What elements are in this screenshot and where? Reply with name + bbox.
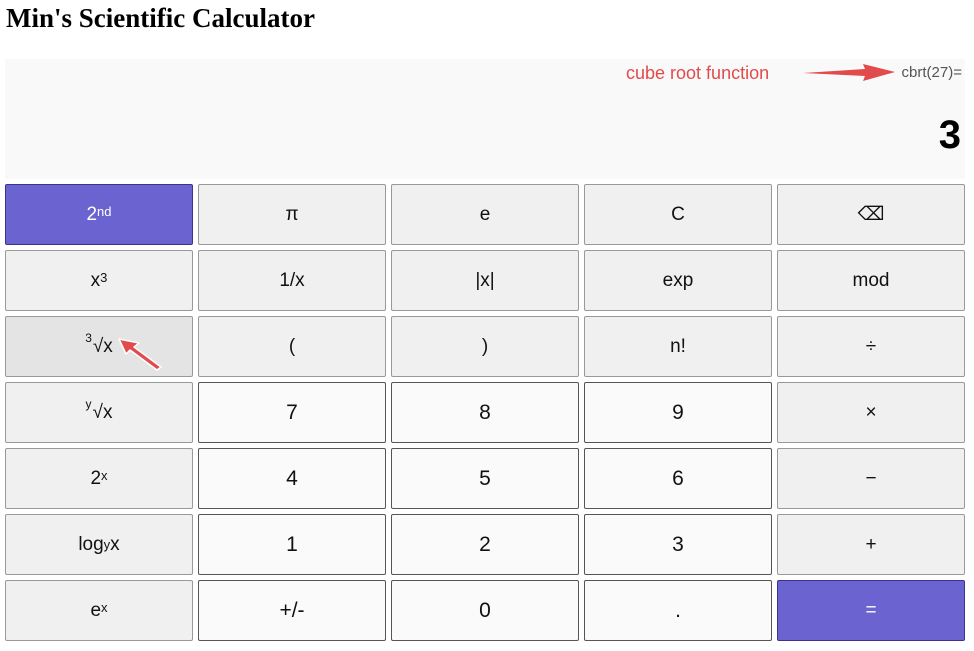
keypad: 2nd π e C ⌫ x3 1/x |x| exp mod 3 √x ( ) n… [5, 184, 965, 641]
result-readout: 3 [938, 113, 961, 157]
reciprocal-button[interactable]: 1/x [198, 250, 386, 311]
digit-8-button[interactable]: 8 [391, 382, 579, 443]
two-power-x-button[interactable]: 2x [5, 448, 193, 509]
decimal-point-button[interactable]: . [584, 580, 772, 641]
digit-0-button[interactable]: 0 [391, 580, 579, 641]
second-function-button[interactable]: 2nd [5, 184, 193, 245]
expression-readout: cbrt(27)= [901, 64, 962, 81]
e-power-x-button[interactable]: ex [5, 580, 193, 641]
digit-5-button[interactable]: 5 [391, 448, 579, 509]
digit-3-button[interactable]: 3 [584, 514, 772, 575]
digit-1-button[interactable]: 1 [198, 514, 386, 575]
cube-button[interactable]: x3 [5, 250, 193, 311]
pointer-arrow-icon [118, 338, 162, 371]
e-power-base: e [90, 599, 102, 621]
digit-7-button[interactable]: 7 [198, 382, 386, 443]
clear-button[interactable]: C [584, 184, 772, 245]
cube-label-sup: 3 [100, 270, 108, 285]
digit-6-button[interactable]: 6 [584, 448, 772, 509]
digit-2-button[interactable]: 2 [391, 514, 579, 575]
close-paren-button[interactable]: ) [391, 316, 579, 377]
cube-label-base: x [90, 269, 101, 291]
log-base-y-button[interactable]: log y x [5, 514, 193, 575]
pi-button[interactable]: π [198, 184, 386, 245]
calculator-display: cube root function cbrt(27)= 3 [5, 59, 965, 179]
y-root-label: √x [92, 401, 113, 423]
add-button[interactable]: + [777, 514, 965, 575]
e-power-sup: x [101, 600, 108, 615]
divide-button[interactable]: ÷ [777, 316, 965, 377]
factorial-button[interactable]: n! [584, 316, 772, 377]
cube-root-label: √x [92, 335, 113, 357]
exp-button[interactable]: exp [584, 250, 772, 311]
two-power-sup: x [101, 468, 108, 483]
two-power-base: 2 [90, 467, 102, 489]
second-label-sup: nd [97, 204, 112, 219]
log-label-base: log [78, 533, 104, 555]
y-root-index: y [85, 396, 92, 411]
cube-root-button[interactable]: 3 √x [5, 316, 193, 377]
e-constant-button[interactable]: e [391, 184, 579, 245]
negate-button[interactable]: +/- [198, 580, 386, 641]
y-root-button[interactable]: y √x [5, 382, 193, 443]
page-title: Min's Scientific Calculator [6, 3, 315, 33]
annotation-arrow-icon [803, 64, 895, 81]
absolute-value-button[interactable]: |x| [391, 250, 579, 311]
second-label-base: 2 [86, 203, 98, 225]
backspace-icon: ⌫ [857, 204, 885, 225]
subtract-button[interactable]: − [777, 448, 965, 509]
digit-9-button[interactable]: 9 [584, 382, 772, 443]
log-label-tail: x [110, 533, 120, 555]
digit-4-button[interactable]: 4 [198, 448, 386, 509]
annotation-label: cube root function [626, 63, 770, 83]
open-paren-button[interactable]: ( [198, 316, 386, 377]
backspace-button[interactable]: ⌫ [777, 184, 965, 245]
equals-button[interactable]: = [777, 580, 965, 641]
mod-button[interactable]: mod [777, 250, 965, 311]
multiply-button[interactable]: × [777, 382, 965, 443]
cube-root-index: 3 [85, 330, 92, 345]
